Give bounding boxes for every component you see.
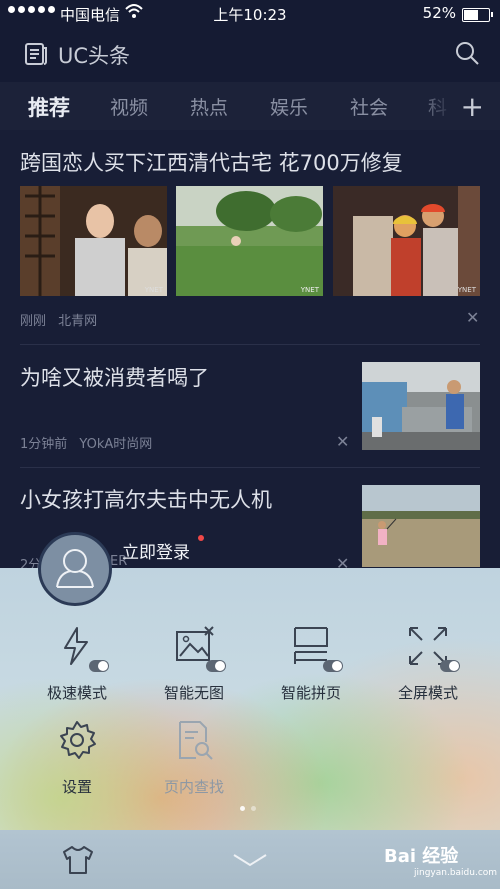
page-merge-icon <box>289 624 343 672</box>
feature-label: 智能拼页 <box>280 684 341 702</box>
feature-label: 设置 <box>61 778 92 796</box>
app-header: UC头条 <box>0 28 500 80</box>
find-in-page-icon <box>172 718 216 762</box>
feature-label: 极速模式 <box>46 684 107 702</box>
article-title[interactable]: 为啥又被消费者喝了 <box>20 362 209 392</box>
battery-percent: 52% <box>422 4 456 22</box>
article-thumbnail[interactable]: YNET <box>176 186 323 296</box>
avatar[interactable] <box>38 532 112 606</box>
toggle-switch[interactable] <box>89 660 109 672</box>
tab-hot[interactable]: 热点 <box>190 93 228 120</box>
tab-entertainment[interactable]: 娱乐 <box>270 93 308 120</box>
login-link[interactable]: 立即登录 <box>122 538 190 563</box>
article-thumbnail[interactable] <box>362 362 480 450</box>
feature-label: 智能无图 <box>163 684 224 702</box>
page-indicator <box>240 806 256 811</box>
find-in-page-button[interactable]: 页内查找 <box>139 718 249 797</box>
article-thumbnail[interactable]: YNET <box>20 186 167 296</box>
news-icon <box>24 42 48 70</box>
speed-mode-button[interactable]: 极速模式 <box>22 624 132 703</box>
search-icon[interactable] <box>454 40 480 70</box>
add-tab-icon[interactable]: + <box>461 90 484 123</box>
tab-recommend[interactable]: 推荐 <box>28 92 70 122</box>
no-image-icon <box>172 624 226 672</box>
watermark-url: jingyan.baidu.com <box>414 868 498 878</box>
divider <box>20 344 480 345</box>
image-watermark: YNET <box>457 286 476 294</box>
settings-button[interactable]: 设置 <box>22 718 132 797</box>
battery-icon <box>462 8 493 22</box>
divider <box>20 467 480 468</box>
article-title[interactable]: 小女孩打高尔夫击中无人机 <box>20 484 272 514</box>
article-time: 刚刚 <box>20 314 47 329</box>
toggle-switch[interactable] <box>440 660 460 672</box>
toggle-switch[interactable] <box>206 660 226 672</box>
quick-menu-panel: 极速模式 智能无图 智能拼页 全屏模式 设置 页内查找 <box>0 568 500 830</box>
page-merge-button[interactable]: 智能拼页 <box>256 624 366 703</box>
article-meta: 1分钟前 YOkA时尚网 <box>20 433 152 452</box>
theme-shirt-icon[interactable] <box>60 844 96 880</box>
tab-society[interactable]: 社会 <box>350 93 388 120</box>
gear-icon <box>55 718 99 762</box>
dismiss-icon[interactable]: ✕ <box>336 432 349 451</box>
status-bar: 中国电信 上午10:23 52% <box>0 0 500 28</box>
no-image-button[interactable]: 智能无图 <box>139 624 249 703</box>
fullscreen-icon <box>406 624 460 672</box>
user-icon <box>56 549 94 588</box>
article-source: 北青网 <box>58 314 98 329</box>
image-watermark: YNET <box>300 286 319 294</box>
watermark-logo: Bai 经验 <box>384 846 459 867</box>
category-tabs: 推荐 视频 热点 娱乐 社会 科 + <box>0 82 500 130</box>
article-source: YOkA时尚网 <box>79 437 153 452</box>
lightning-icon <box>55 624 109 672</box>
news-feed[interactable]: 跨国恋人买下江西清代古宅 花700万修复 YNET YNET YNET 刚刚 北… <box>0 130 500 570</box>
feature-label: 页内查找 <box>163 778 224 796</box>
article-title[interactable]: 跨国恋人买下江西清代古宅 花700万修复 <box>20 147 403 177</box>
tab-video[interactable]: 视频 <box>110 93 148 120</box>
chevron-down-icon[interactable] <box>231 852 269 872</box>
article-meta: 刚刚 北青网 <box>20 310 97 329</box>
toggle-switch[interactable] <box>323 660 343 672</box>
image-watermark: YNET <box>144 286 163 294</box>
bottom-bar: Bai 经验 jingyan.baidu.com <box>0 830 500 889</box>
article-time: 1分钟前 <box>20 437 68 452</box>
feature-label: 全屏模式 <box>397 684 458 702</box>
fullscreen-mode-button[interactable]: 全屏模式 <box>373 624 483 703</box>
notification-dot <box>198 535 204 541</box>
dismiss-icon[interactable]: ✕ <box>466 308 479 327</box>
article-thumbnail[interactable]: YNET <box>333 186 480 296</box>
app-title: UC头条 <box>58 44 131 68</box>
article-thumbnail[interactable] <box>362 485 480 567</box>
